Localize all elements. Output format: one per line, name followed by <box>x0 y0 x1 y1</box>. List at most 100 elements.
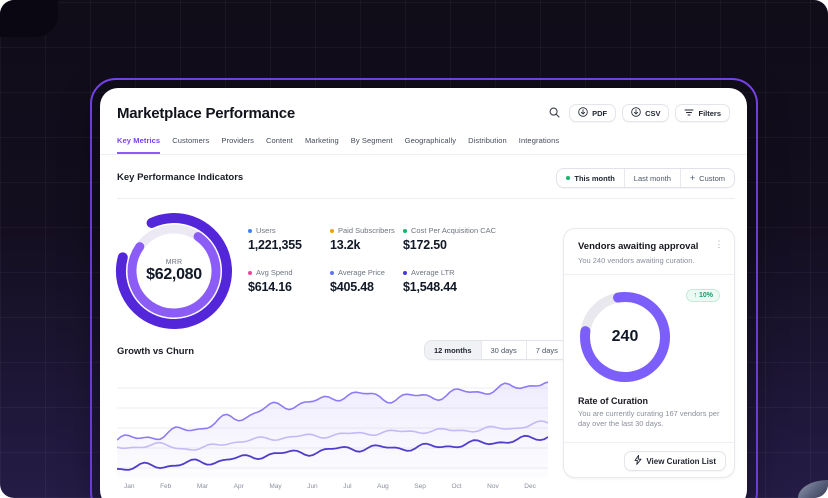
range-this-month[interactable]: This month <box>557 169 623 187</box>
x-tick: Jan <box>124 483 134 490</box>
x-tick: Oct <box>451 483 461 490</box>
metric-label: Avg Spend <box>256 268 293 277</box>
kpi-divider <box>117 198 735 199</box>
metric-dot <box>248 271 252 275</box>
metric-dot <box>330 229 334 233</box>
metric-value: $172.50 <box>403 238 543 252</box>
x-tick: Jul <box>343 483 351 490</box>
metric-label: Paid Subscribers <box>338 226 395 235</box>
lightning-icon <box>634 455 642 467</box>
panel-divider <box>564 274 734 275</box>
mrr-donut-chart <box>114 211 234 331</box>
rate-of-curation-title: Rate of Curation <box>578 396 648 406</box>
growth-heading: Growth vs Churn <box>117 346 194 357</box>
growth-badge-value: 10% <box>699 292 713 299</box>
metric-value: $405.48 <box>330 280 403 294</box>
metric-dot <box>330 271 334 275</box>
dashboard-card: Marketplace Performance PDF <box>100 88 747 498</box>
x-tick: Nov <box>487 483 499 490</box>
kebab-menu-button[interactable]: ⋮ <box>712 237 726 251</box>
metric-average-ltr: Average LTR $1,548.44 <box>403 268 543 294</box>
metric-label: Cost Per Acquisition CAC <box>411 226 496 235</box>
search-icon <box>549 106 560 121</box>
range-7-days[interactable]: 7 days <box>526 341 567 359</box>
metric-dot <box>403 229 407 233</box>
metric-dot <box>403 271 407 275</box>
range-30-days-label: 30 days <box>491 346 517 355</box>
filters-button-label: Filters <box>698 109 721 118</box>
filter-icon <box>684 108 694 119</box>
header-actions: PDF CSV Filters <box>545 104 730 122</box>
tab-distribution[interactable]: Distribution <box>468 136 507 154</box>
tab-bar: Key Metrics Customers Providers Content … <box>117 136 747 154</box>
metric-dot <box>248 229 252 233</box>
tab-key-metrics[interactable]: Key Metrics <box>117 136 160 154</box>
panel-divider <box>564 442 734 443</box>
range-12-months-label: 12 months <box>434 346 472 355</box>
metric-cac: Cost Per Acquisition CAC $172.50 <box>403 226 543 252</box>
x-tick: Sep <box>414 483 426 490</box>
x-tick: Feb <box>160 483 171 490</box>
metric-label: Average Price <box>338 268 385 277</box>
filters-button[interactable]: Filters <box>675 104 730 122</box>
kpi-heading: Key Performance Indicators <box>117 172 243 183</box>
range-last-month[interactable]: Last month <box>624 169 680 187</box>
kpi-metrics-grid: Users 1,221,355 Paid Subscribers 13.2k C… <box>248 226 543 294</box>
tabs-divider <box>100 154 747 155</box>
metric-label: Users <box>256 226 276 235</box>
header: Marketplace Performance PDF <box>117 98 730 128</box>
vendors-awaiting-approval-panel: Vendors awaiting approval ⋮ You 240 vend… <box>563 228 735 478</box>
view-curation-list-button[interactable]: View Curation List <box>624 451 726 471</box>
range-custom-label: Custom <box>699 174 725 183</box>
x-tick: Aug <box>377 483 389 490</box>
x-tick: May <box>269 483 281 490</box>
tab-marketing[interactable]: Marketing <box>305 136 339 154</box>
metric-users: Users 1,221,355 <box>248 226 330 252</box>
x-tick: Apr <box>234 483 244 490</box>
tab-providers[interactable]: Providers <box>221 136 254 154</box>
active-range-dot <box>566 176 570 180</box>
metric-average-price: Average Price $405.48 <box>330 268 403 294</box>
metric-paid-subscribers: Paid Subscribers 13.2k <box>330 226 403 252</box>
tab-by-segment[interactable]: By Segment <box>351 136 393 154</box>
range-custom[interactable]: + Custom <box>680 169 734 187</box>
metric-value: $1,548.44 <box>403 280 543 294</box>
arrow-up-icon: ↑ <box>693 292 697 299</box>
download-icon <box>578 107 588 119</box>
csv-button-label: CSV <box>645 109 660 118</box>
growth-badge: ↑ 10% <box>686 289 720 302</box>
vendors-panel-title: Vendors awaiting approval <box>578 241 698 252</box>
range-last-month-label: Last month <box>634 174 671 183</box>
tab-content[interactable]: Content <box>266 136 293 154</box>
background-corner-decoration <box>0 0 58 37</box>
metric-label: Average LTR <box>411 268 455 277</box>
vendors-donut-chart <box>575 287 675 387</box>
csv-export-button[interactable]: CSV <box>622 104 669 122</box>
chart-x-axis: Jan Feb Mar Apr May Jun Jul Aug Sep Oct … <box>124 483 536 490</box>
metric-value: 1,221,355 <box>248 238 330 252</box>
x-tick: Jun <box>307 483 317 490</box>
download-icon <box>631 107 641 119</box>
tab-customers[interactable]: Customers <box>172 136 209 154</box>
range-this-month-label: This month <box>574 174 614 183</box>
pdf-export-button[interactable]: PDF <box>569 104 616 122</box>
background-sphere-decoration <box>798 480 828 498</box>
x-tick: Dec <box>524 483 536 490</box>
metric-value: $614.16 <box>248 280 330 294</box>
search-button[interactable] <box>545 104 563 122</box>
view-curation-list-label: View Curation List <box>646 457 716 466</box>
metric-value: 13.2k <box>330 238 403 252</box>
metric-avg-spend: Avg Spend $614.16 <box>248 268 330 294</box>
x-tick: Mar <box>197 483 208 490</box>
rate-of-curation-text: You are currently curating 167 vendors p… <box>578 409 724 429</box>
vendors-panel-subtitle: You 240 vendors awaiting curation. <box>578 256 694 265</box>
range-12-months[interactable]: 12 months <box>425 341 481 359</box>
range-30-days[interactable]: 30 days <box>481 341 526 359</box>
kpi-range-selector: This month Last month + Custom <box>556 168 735 188</box>
screenshot-stage: Marketplace Performance PDF <box>0 0 828 498</box>
tab-geographically[interactable]: Geographically <box>405 136 456 154</box>
tab-integrations[interactable]: Integrations <box>519 136 559 154</box>
pdf-button-label: PDF <box>592 109 607 118</box>
growth-vs-churn-chart <box>117 378 548 478</box>
page-title: Marketplace Performance <box>117 105 295 122</box>
